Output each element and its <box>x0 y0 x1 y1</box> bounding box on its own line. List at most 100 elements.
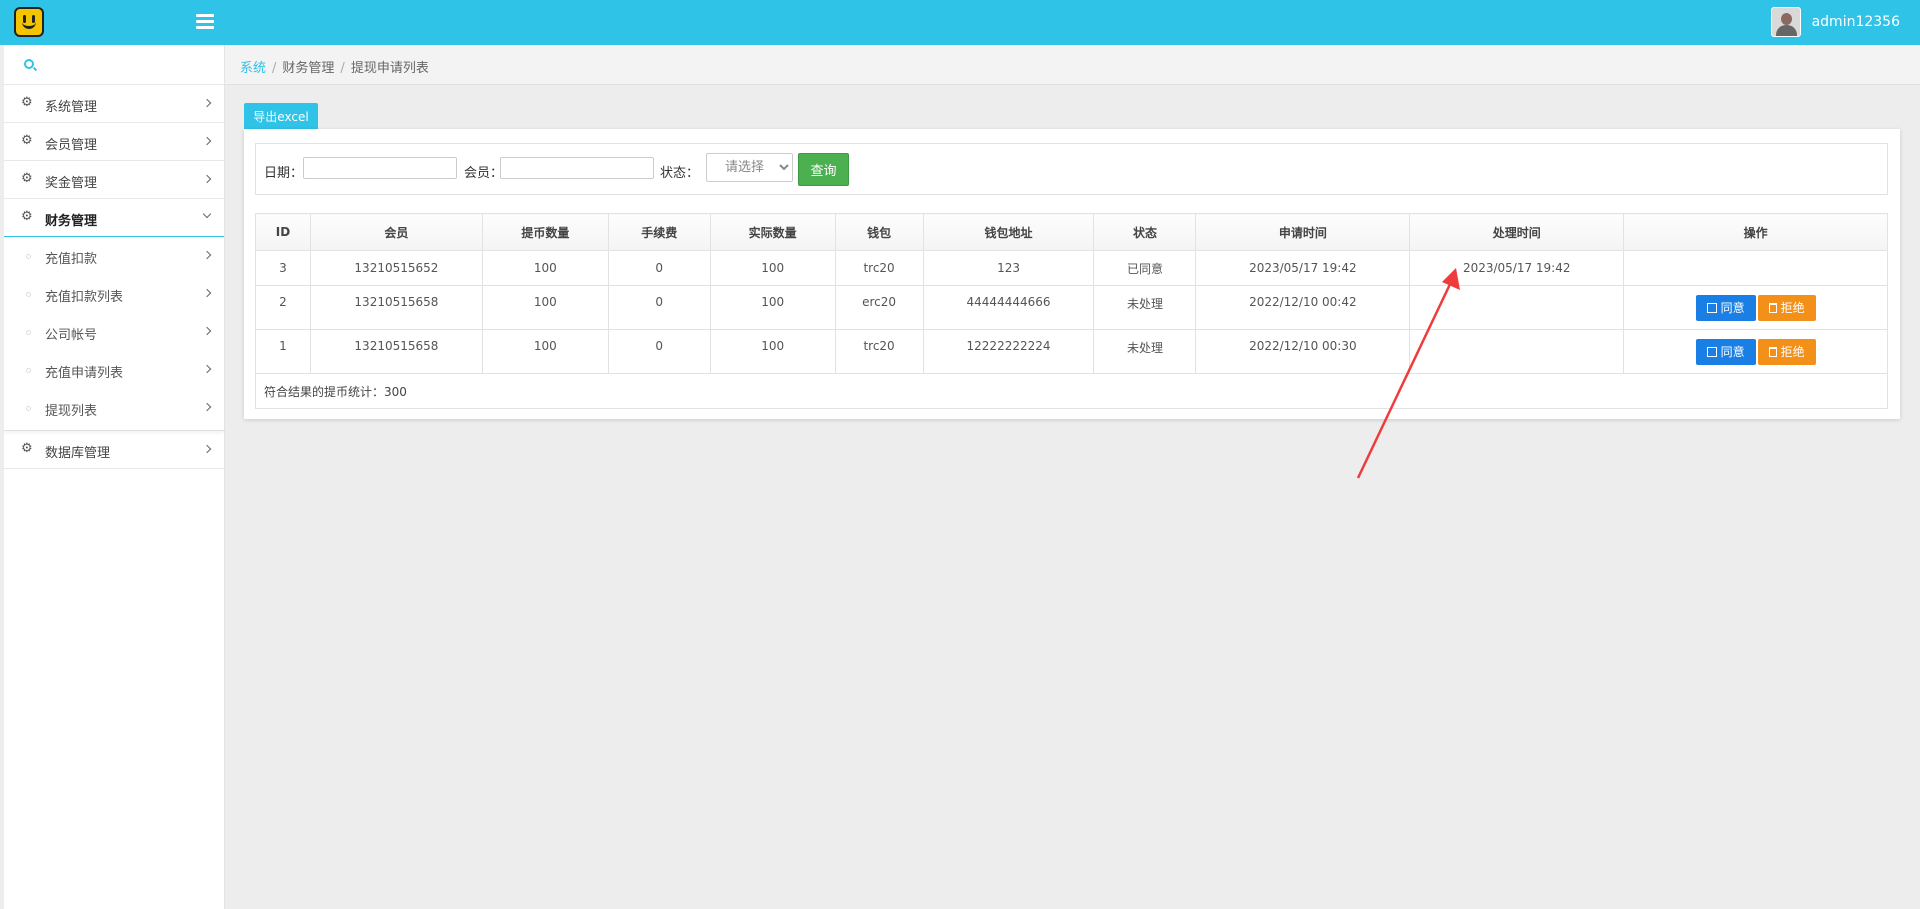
sidebar-item-system[interactable]: ⚙ 系统管理 <box>4 85 224 123</box>
chevron-right-icon <box>202 288 212 298</box>
cell-fee: 0 <box>607 329 711 374</box>
chevron-right-icon <box>202 402 212 412</box>
sidebar-subitem-company-account[interactable]: 公司帐号 <box>4 313 224 351</box>
breadcrumb: 系统 / 财务管理 / 提现申请列表 <box>240 61 429 76</box>
reject-button[interactable]: 拒绝 <box>1757 338 1816 365</box>
withdraw-total-summary: 符合结果的提币统计：300 <box>255 373 1888 409</box>
date-input[interactable] <box>303 157 457 179</box>
sidebar-subitem-withdraw-list[interactable]: 提现列表 <box>4 389 224 427</box>
edit-icon <box>1706 302 1717 313</box>
chevron-right-icon <box>202 326 212 336</box>
col-id: ID <box>255 213 311 251</box>
cell-actual: 100 <box>709 329 836 374</box>
col-apply-time: 申请时间 <box>1195 213 1411 251</box>
status-select[interactable]: 请选择 <box>706 153 793 182</box>
sidebar-search-input[interactable] <box>44 51 214 79</box>
dot-icon <box>26 368 31 373</box>
sidebar-subitem-recharge-requests[interactable]: 充值申请列表 <box>4 351 224 389</box>
agree-button[interactable]: 同意 <box>1695 338 1756 365</box>
trash-icon <box>1768 302 1777 313</box>
chevron-right-icon <box>202 364 212 374</box>
cell-status: 未处理 <box>1093 285 1197 330</box>
chevron-right-icon <box>202 174 212 184</box>
breadcrumb-finance: 财务管理 <box>282 61 335 76</box>
sidebar-item-label: 数据库管理 <box>45 446 111 461</box>
sidebar-item-label: 财务管理 <box>45 214 98 229</box>
cell-id: 3 <box>255 250 311 286</box>
cell-id: 2 <box>255 285 311 330</box>
col-status: 状态 <box>1093 213 1197 251</box>
chevron-down-icon <box>202 209 212 219</box>
logo-icon[interactable] <box>14 7 44 37</box>
sidebar-subitem-label: 充值申请列表 <box>45 366 124 381</box>
sidebar-subitem-recharge-deduct-list[interactable]: 充值扣款列表 <box>4 275 224 313</box>
gear-icon: ⚙ <box>21 95 33 110</box>
cell-address: 12222222224 <box>922 329 1095 374</box>
trash-icon <box>1768 346 1777 357</box>
withdraw-panel: 日期： 会员： 状态： 请选择 查询 ID 会员 提币数量 手续费 实际数量 钱… <box>244 129 1900 419</box>
user-menu[interactable]: admin12356 <box>1770 7 1900 37</box>
table-row: 1 13210515658 100 0 100 trc20 1222222222… <box>255 329 1888 374</box>
cell-status: 已同意 <box>1093 250 1197 286</box>
dot-icon <box>26 254 31 259</box>
cell-actions: 同意 拒绝 <box>1623 285 1888 330</box>
sidebar-item-bonus[interactable]: ⚙ 奖金管理 <box>4 161 224 199</box>
sidebar-item-database[interactable]: ⚙ 数据库管理 <box>4 431 224 469</box>
cell-status: 未处理 <box>1093 329 1197 374</box>
dot-icon <box>26 406 31 411</box>
filter-form: 日期： 会员： 状态： 请选择 查询 <box>255 143 1888 195</box>
dot-icon <box>26 330 31 335</box>
breadcrumb-system[interactable]: 系统 <box>240 61 266 76</box>
sidebar-item-label: 会员管理 <box>45 138 98 153</box>
member-input[interactable] <box>500 157 654 179</box>
sidebar-subitem-label: 公司帐号 <box>45 328 98 343</box>
sidebar-item-label: 系统管理 <box>45 100 98 115</box>
export-excel-button[interactable]: 导出excel <box>244 103 318 129</box>
cell-member: 13210515652 <box>309 250 483 286</box>
agree-button[interactable]: 同意 <box>1695 294 1756 321</box>
date-label: 日期： <box>264 166 304 181</box>
sidebar-item-members[interactable]: ⚙ 会员管理 <box>4 123 224 161</box>
col-fee: 手续费 <box>607 213 711 251</box>
chevron-right-icon <box>202 444 212 454</box>
cell-fee: 0 <box>607 285 711 330</box>
col-amount: 提币数量 <box>481 213 609 251</box>
sidebar-subitem-label: 充值扣款列表 <box>45 290 124 305</box>
menu-toggle-icon[interactable] <box>196 14 214 30</box>
cell-amount: 100 <box>481 285 609 330</box>
cell-address: 123 <box>922 250 1095 286</box>
breadcrumb-bar: 系统 / 财务管理 / 提现申请列表 <box>225 45 1920 85</box>
cell-wallet: erc20 <box>834 285 924 330</box>
cell-apply-time: 2022/12/10 00:30 <box>1195 329 1411 374</box>
reject-button[interactable]: 拒绝 <box>1757 294 1816 321</box>
col-actions: 操作 <box>1623 213 1888 251</box>
cell-amount: 100 <box>481 329 609 374</box>
cell-actions <box>1623 250 1888 286</box>
cell-actual: 100 <box>709 285 836 330</box>
table-row: 3 13210515652 100 0 100 trc20 123 已同意 20… <box>255 250 1888 286</box>
gear-icon: ⚙ <box>21 441 33 456</box>
cell-wallet: trc20 <box>834 329 924 374</box>
sidebar: ⚙ 系统管理 ⚙ 会员管理 ⚙ 奖金管理 ⚙ 财务管理 充值扣款 充值扣款列表 … <box>4 45 225 909</box>
cell-actions: 同意 拒绝 <box>1623 329 1888 374</box>
withdraw-table: ID 会员 提币数量 手续费 实际数量 钱包 钱包地址 状态 申请时间 处理时间… <box>255 213 1888 409</box>
query-button[interactable]: 查询 <box>798 153 849 186</box>
username[interactable]: admin12356 <box>1812 14 1900 30</box>
sidebar-subitem-label: 提现列表 <box>45 404 98 419</box>
gear-icon: ⚙ <box>21 209 33 224</box>
cell-apply-time: 2022/12/10 00:42 <box>1195 285 1411 330</box>
sidebar-item-finance[interactable]: ⚙ 财务管理 <box>4 199 224 237</box>
finance-submenu: 充值扣款 充值扣款列表 公司帐号 充值申请列表 提现列表 <box>4 237 224 431</box>
cell-member: 13210515658 <box>309 285 483 330</box>
table-row: 2 13210515658 100 0 100 erc20 4444444466… <box>255 285 1888 330</box>
chevron-right-icon <box>202 136 212 146</box>
col-actual: 实际数量 <box>709 213 836 251</box>
dot-icon <box>26 292 31 297</box>
sidebar-item-label: 奖金管理 <box>45 176 98 191</box>
cell-actual: 100 <box>709 250 836 286</box>
top-header: admin12356 <box>0 0 1920 45</box>
avatar[interactable] <box>1770 7 1801 37</box>
col-address: 钱包地址 <box>922 213 1095 251</box>
status-label: 状态： <box>660 166 700 181</box>
sidebar-subitem-recharge-deduct[interactable]: 充值扣款 <box>4 237 224 275</box>
